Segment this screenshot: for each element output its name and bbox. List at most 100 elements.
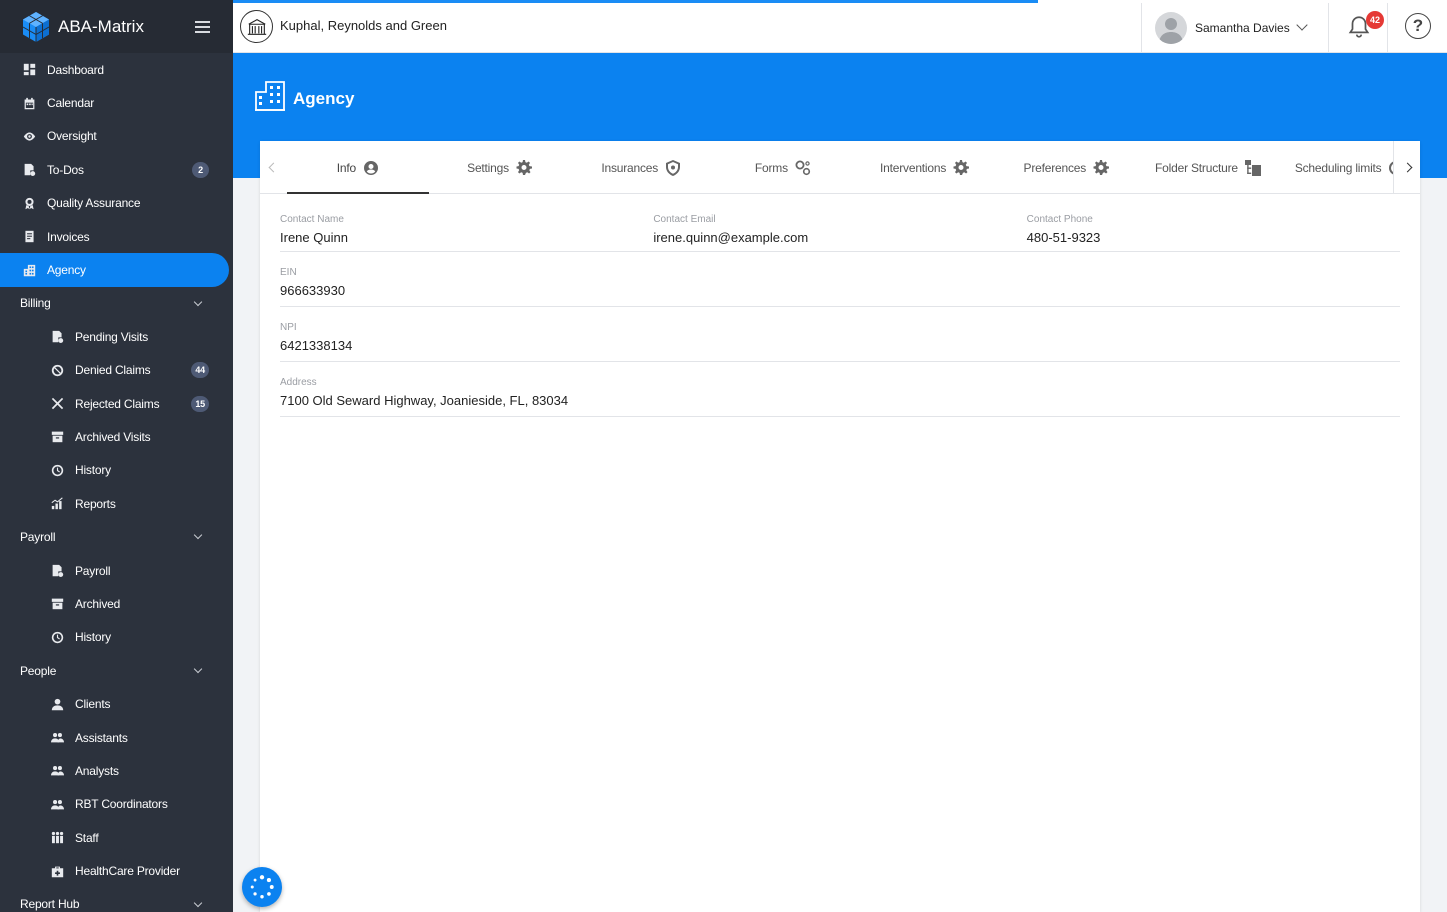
sidebar-item-rejected-claims[interactable]: Rejected Claims 15: [0, 387, 233, 420]
ein-field[interactable]: EIN 966633930: [280, 267, 1400, 306]
contact-name-field[interactable]: Contact Name Irene Quinn: [280, 214, 653, 251]
sidebar-section-billing[interactable]: Billing: [0, 287, 233, 320]
tab-folder-structure[interactable]: Folder Structure: [1137, 141, 1279, 194]
sidebar-item-label: RBT Coordinators: [75, 797, 168, 812]
gear-icon: [516, 159, 532, 175]
sidebar-item-billing-history[interactable]: History: [0, 454, 233, 487]
users-icon: [50, 731, 64, 745]
organization-logo-icon[interactable]: [240, 10, 273, 43]
sidebar-item-label: History: [75, 463, 111, 478]
users-icon: [50, 764, 64, 778]
sidebar-item-dashboard[interactable]: Dashboard: [0, 53, 233, 86]
sidebar-item-label: Staff: [75, 830, 99, 845]
contact-email-field[interactable]: Contact Email irene.quinn@example.com: [653, 214, 1026, 251]
sidebar-nav: Dashboard Calendar Oversight To-Dos 2 Qu…: [0, 53, 233, 912]
sidebar-item-pending-visits[interactable]: Pending Visits: [0, 320, 233, 353]
payroll-icon: [50, 564, 64, 578]
shield-icon: [666, 159, 681, 176]
field-label: NPI: [280, 322, 297, 333]
section-label: Payroll: [20, 530, 56, 545]
contact-phone-field[interactable]: Contact Phone 480-51-9323: [1027, 214, 1400, 251]
sidebar-item-label: Analysts: [75, 763, 119, 778]
tab-label: Info: [336, 160, 356, 175]
sidebar-item-denied-claims[interactable]: Denied Claims 44: [0, 354, 233, 387]
address-row: Address 7100 Old Seward Highway, Joanies…: [280, 362, 1400, 417]
sidebar-item-payroll-history[interactable]: History: [0, 621, 233, 654]
building-icon: [22, 263, 36, 277]
tab-interventions[interactable]: Interventions: [854, 141, 996, 194]
cube-logo-icon[interactable]: [20, 11, 52, 43]
sidebar-item-payroll[interactable]: Payroll: [0, 554, 233, 587]
tab-label: Folder Structure: [1155, 160, 1238, 175]
tab-forms[interactable]: Forms: [712, 141, 854, 194]
sidebar-item-label: HealthCare Provider: [75, 864, 180, 879]
organization-name[interactable]: Kuphal, Reynolds and Green: [280, 18, 447, 33]
tab-label: Forms: [754, 160, 788, 175]
sidebar-item-payroll-archived[interactable]: Archived: [0, 587, 233, 620]
sidebar-item-invoices[interactable]: Invoices: [0, 220, 233, 253]
chevron-down-icon: [193, 297, 203, 306]
award-icon: [22, 196, 36, 210]
invoice-icon: [22, 230, 36, 244]
sidebar-section-people[interactable]: People: [0, 654, 233, 687]
rejected-claims-badge: 15: [191, 395, 209, 412]
tab-label: Preferences: [1023, 160, 1087, 175]
sidebar-item-todos[interactable]: To-Dos 2: [0, 153, 233, 186]
sidebar-item-agency[interactable]: Agency: [0, 253, 229, 287]
npi-field[interactable]: NPI 6421338134: [280, 322, 1400, 361]
chevron-down-icon: [193, 664, 203, 674]
address-field[interactable]: Address 7100 Old Seward Highway, Joanies…: [280, 377, 1400, 416]
contact-row: Contact Name Irene Quinn Contact Email i…: [280, 194, 1400, 252]
field-label: Contact Email: [653, 214, 716, 225]
pending-icon: [50, 330, 64, 344]
tab-scroll-left-button[interactable]: [260, 141, 287, 194]
sidebar-item-analysts[interactable]: Analysts: [0, 754, 233, 787]
tab-label: Scheduling limits: [1294, 160, 1382, 175]
page-title: Agency: [293, 89, 355, 108]
cogs-icon: [795, 160, 811, 175]
tab-bar: Info Settings Insurances Forms Intervent…: [260, 141, 1420, 194]
sidebar-section-report-hub[interactable]: Report Hub: [0, 888, 233, 912]
history-icon: [50, 463, 64, 477]
chevron-down-icon: [1296, 19, 1308, 31]
user-menu[interactable]: Samantha Davies: [1141, 3, 1329, 53]
sidebar-section-payroll[interactable]: Payroll: [0, 520, 233, 553]
chevron-left-icon: [268, 162, 279, 173]
field-label: Contact Phone: [1026, 214, 1093, 225]
sidebar-item-assistants[interactable]: Assistants: [0, 721, 233, 754]
dashboard-icon: [22, 63, 36, 77]
archive-icon: [50, 430, 64, 444]
building-icon: [255, 81, 285, 111]
notifications-button[interactable]: 42: [1329, 3, 1388, 53]
sidebar-item-label: Archived Visits: [75, 429, 151, 444]
sidebar-item-calendar[interactable]: Calendar: [0, 86, 233, 119]
menu-toggle-icon[interactable]: [195, 20, 210, 33]
sidebar-item-rbt-coordinators[interactable]: RBT Coordinators: [0, 788, 233, 821]
help-icon[interactable]: ?: [1405, 13, 1431, 39]
gear-icon: [953, 159, 970, 175]
sidebar-item-clients[interactable]: Clients: [0, 687, 233, 720]
sidebar-item-label: Reports: [75, 496, 116, 511]
tab-insurances[interactable]: Insurances: [570, 141, 712, 194]
agency-info-form: Contact Name Irene Quinn Contact Email i…: [260, 194, 1420, 417]
sidebar-item-quality-assurance[interactable]: Quality Assurance: [0, 187, 233, 220]
floating-action-button[interactable]: [242, 867, 282, 907]
sidebar-item-label: Oversight: [47, 129, 97, 144]
tab-settings[interactable]: Settings: [429, 141, 571, 194]
sidebar-item-oversight[interactable]: Oversight: [0, 120, 233, 153]
tab-preferences[interactable]: Preferences: [995, 141, 1137, 194]
tab-scroll-right-button[interactable]: [1393, 141, 1420, 194]
tab-info[interactable]: Info: [287, 141, 429, 194]
tab-scheduling-limits[interactable]: Scheduling limits: [1279, 141, 1393, 194]
contact-name-value: Irene Quinn: [280, 230, 348, 245]
avatar: [1155, 12, 1187, 44]
sidebar-item-label: Agency: [47, 263, 86, 278]
section-label: People: [20, 663, 57, 678]
field-label: EIN: [280, 267, 297, 278]
sidebar-item-label: Rejected Claims: [75, 396, 160, 411]
sidebar-item-healthcare-provider[interactable]: HealthCare Provider: [0, 854, 233, 887]
sidebar-item-archived-visits[interactable]: Archived Visits: [0, 420, 233, 453]
sidebar-item-reports[interactable]: Reports: [0, 487, 233, 520]
tab-label: Insurances: [601, 160, 659, 175]
sidebar-item-staff[interactable]: Staff: [0, 821, 233, 854]
